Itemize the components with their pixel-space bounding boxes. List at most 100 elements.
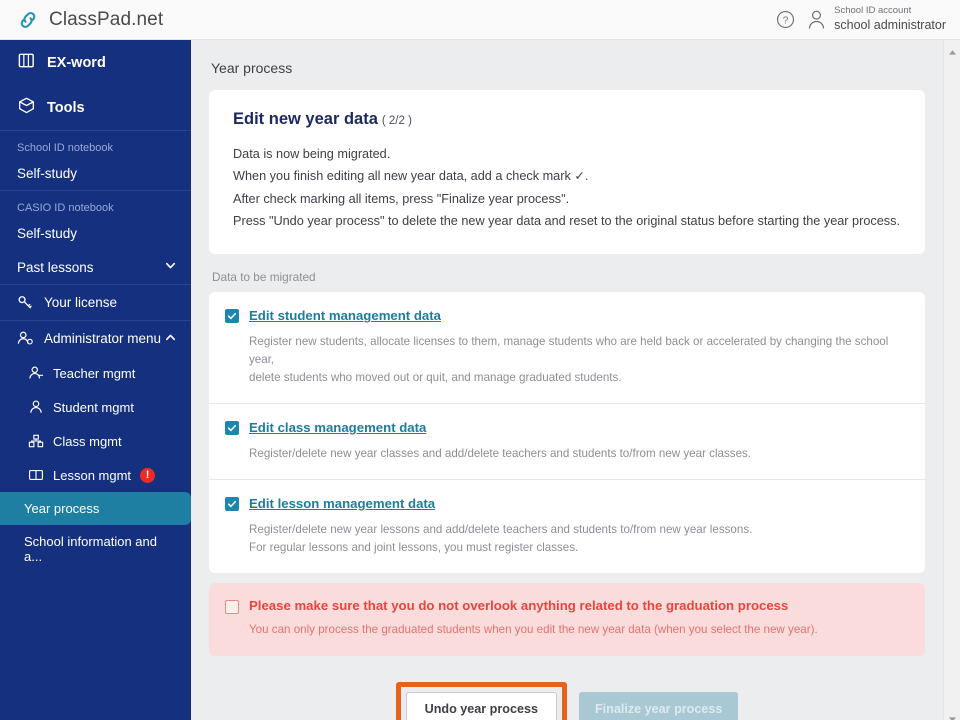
sidebar-group-admin: Administrator menu Teacher mgmt Student … xyxy=(0,321,191,573)
sidebar-item-year-process[interactable]: Year process xyxy=(0,492,191,525)
migration-list: Edit student management data Register ne… xyxy=(209,292,925,574)
sidebar-item-label: Student mgmt xyxy=(53,399,134,415)
undo-button-highlight: Undo year process xyxy=(395,682,567,720)
undo-year-process-button[interactable]: Undo year process xyxy=(405,692,557,720)
sidebar-item-self-study-school[interactable]: Self-study xyxy=(0,157,191,190)
sidebar: EX-word Tools School ID notebook Self-st… xyxy=(0,40,191,720)
info-card: Edit new year data( 2/2 ) Data is now be… xyxy=(209,90,925,255)
list-item-desc-line: Register/delete new year lessons and add… xyxy=(249,523,753,537)
sidebar-item-student-mgmt[interactable]: Student mgmt xyxy=(0,390,191,424)
list-item: Edit student management data Register ne… xyxy=(209,292,925,405)
chain-link-icon xyxy=(16,8,40,32)
body: EX-word Tools School ID notebook Self-st… xyxy=(0,40,960,720)
list-item-desc-line: For regular lessons and joint lessons, y… xyxy=(249,541,579,555)
sidebar-item-class-mgmt[interactable]: Class mgmt xyxy=(0,424,191,458)
sidebar-item-ex-word[interactable]: EX-word xyxy=(0,40,191,85)
person-gear-icon xyxy=(17,330,34,347)
scroll-down-arrow-icon[interactable] xyxy=(948,710,957,720)
sidebar-item-label: Class mgmt xyxy=(53,433,122,449)
sidebar-caption-casio-id: CASIO ID notebook xyxy=(17,202,114,214)
sidebar-item-label: Teacher mgmt xyxy=(53,365,136,381)
top-bar-right: ? School ID account school administrator xyxy=(776,5,946,33)
sidebar-top-group: EX-word Tools xyxy=(0,40,191,131)
sidebar-caption-school-id: School ID notebook xyxy=(17,142,114,154)
warning-title: Please make sure that you do not overloo… xyxy=(249,598,789,614)
sidebar-group-casio-id: CASIO ID notebook Self-study Past lesson… xyxy=(0,191,191,285)
sidebar-item-school-information[interactable]: School information and a... xyxy=(0,525,191,573)
warning-body: Please make sure that you do not overloo… xyxy=(249,598,901,639)
action-bar: Undo year process Finalize year process xyxy=(209,682,925,720)
account-text: School ID account school administrator xyxy=(834,5,946,33)
chevron-down-icon xyxy=(164,259,177,275)
brand-name: ClassPad.net xyxy=(49,8,164,30)
sidebar-item-self-study-casio[interactable]: Self-study xyxy=(0,217,191,250)
list-item-description: Register/delete new year lessons and add… xyxy=(249,521,901,557)
section-label-data-to-be-migrated: Data to be migrated xyxy=(212,270,316,285)
card-title-text: Edit new year data xyxy=(233,110,378,128)
card-desc-line: Press "Undo year process" to delete the … xyxy=(233,214,901,229)
warning-description: You can only process the graduated stude… xyxy=(249,623,818,637)
finalize-year-process-button[interactable]: Finalize year process xyxy=(578,692,739,720)
chevron-up-icon xyxy=(164,331,177,347)
sidebar-item-label: Self-study xyxy=(17,226,78,241)
sidebar-group-license: Your license xyxy=(0,285,191,321)
key-icon xyxy=(17,294,34,311)
brand[interactable]: ClassPad.net xyxy=(16,8,163,32)
sidebar-item-label: EX-word xyxy=(47,54,106,71)
list-item-body: Edit student management data Register ne… xyxy=(249,307,901,387)
card-desc-line: After check marking all items, press "Fi… xyxy=(233,191,570,206)
sidebar-item-label: Self-study xyxy=(17,166,78,181)
sidebar-item-label: Your license xyxy=(44,295,118,310)
card-desc-line: Data is now being migrated. xyxy=(233,147,391,161)
checkbox-class-management[interactable] xyxy=(225,421,239,436)
dictionary-book-icon xyxy=(17,51,36,74)
sidebar-item-label: Administrator menu xyxy=(44,331,162,346)
checkbox-lesson-management[interactable] xyxy=(225,497,239,512)
link-edit-lesson-management-data[interactable]: Edit lesson management data xyxy=(249,496,435,511)
card-description: Data is now being migrated. When you fin… xyxy=(233,143,901,232)
list-item-description: Register new students, allocate licenses… xyxy=(249,333,901,387)
sidebar-item-tools[interactable]: Tools xyxy=(0,85,191,130)
card-step-count: ( 2/2 ) xyxy=(381,115,412,127)
sidebar-item-past-lessons[interactable]: Past lessons xyxy=(0,250,191,284)
alert-badge-icon: ! xyxy=(140,467,156,483)
person-icon xyxy=(807,9,826,30)
list-item-desc-line: delete students who moved out or quit, a… xyxy=(249,371,622,385)
open-book-icon xyxy=(28,467,44,483)
main-content: Year process Edit new year data( 2/2 ) D… xyxy=(191,40,960,720)
sidebar-item-label: School information and a... xyxy=(24,534,157,564)
list-item: Edit class management data Register/dele… xyxy=(209,404,925,481)
vertical-scrollbar[interactable] xyxy=(943,40,960,720)
sidebar-group-school-id: School ID notebook Self-study xyxy=(0,131,191,191)
sidebar-item-label: Lesson mgmt xyxy=(53,467,132,483)
teacher-person-icon xyxy=(28,365,44,381)
top-bar: ClassPad.net ? School ID account school … xyxy=(0,0,960,40)
sidebar-item-your-license[interactable]: Your license xyxy=(0,285,191,320)
list-item-body: Edit lesson management data Register/del… xyxy=(249,495,901,557)
account-label: School ID account xyxy=(834,5,912,17)
account-name: school administrator xyxy=(834,18,946,33)
toolbox-icon xyxy=(17,96,36,119)
svg-text:?: ? xyxy=(783,15,789,26)
app-window: ClassPad.net ? School ID account school … xyxy=(0,0,960,720)
sidebar-item-lesson-mgmt[interactable]: Lesson mgmt ! xyxy=(0,458,191,492)
sidebar-item-label: Tools xyxy=(47,99,85,116)
sidebar-item-label: Past lessons xyxy=(17,259,94,275)
checkbox-student-management[interactable] xyxy=(225,309,239,324)
link-edit-class-management-data[interactable]: Edit class management data xyxy=(249,420,426,435)
list-item: Edit lesson management data Register/del… xyxy=(209,480,925,573)
page-title: Year process xyxy=(211,60,293,76)
graduation-warning-card: Please make sure that you do not overloo… xyxy=(209,583,925,657)
list-item-body: Edit class management data Register/dele… xyxy=(249,419,901,463)
scroll-up-arrow-icon[interactable] xyxy=(948,43,957,55)
sidebar-item-teacher-mgmt[interactable]: Teacher mgmt xyxy=(0,356,191,390)
link-edit-student-management-data[interactable]: Edit student management data xyxy=(249,308,441,323)
checkbox-graduation-warning[interactable] xyxy=(225,600,239,615)
card-title: Edit new year data( 2/2 ) xyxy=(233,110,901,129)
sidebar-item-label: Year process xyxy=(24,501,100,516)
account-menu[interactable]: School ID account school administrator xyxy=(807,5,946,33)
card-desc-line: When you finish editing all new year dat… xyxy=(233,169,589,184)
help-circle-icon[interactable]: ? xyxy=(776,10,795,29)
class-group-icon xyxy=(28,433,44,449)
sidebar-item-administrator-menu[interactable]: Administrator menu xyxy=(0,321,191,356)
